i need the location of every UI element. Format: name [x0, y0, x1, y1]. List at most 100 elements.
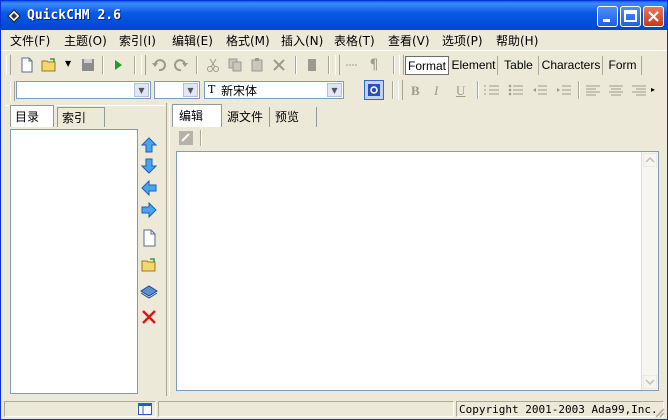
- underline-icon[interactable]: U: [456, 83, 465, 99]
- toolbar-grip[interactable]: [6, 55, 11, 75]
- status-cell-middle: [158, 401, 454, 417]
- refresh-button[interactable]: [364, 80, 384, 100]
- move-left-button[interactable]: [138, 178, 160, 198]
- copy-icon: [228, 58, 242, 72]
- menu-topic[interactable]: 主题(O): [64, 32, 107, 49]
- toolbar-grip[interactable]: [141, 55, 146, 75]
- editor-tool-icon[interactable]: [178, 130, 194, 146]
- undo-icon: [152, 59, 166, 72]
- align-right-icon[interactable]: [631, 83, 647, 97]
- copyright-text: Copyright 2001-2003 Ada99,Inc.: [456, 401, 664, 417]
- tab-edit[interactable]: 编辑: [172, 104, 222, 127]
- close-button[interactable]: [643, 6, 664, 27]
- font-combo[interactable]: T 新宋体 ▼: [204, 81, 344, 99]
- tab-index[interactable]: 索引: [57, 107, 105, 127]
- book-icon: [140, 285, 158, 299]
- scroll-down-icon[interactable]: [643, 375, 657, 389]
- outdent-icon[interactable]: [532, 83, 548, 97]
- menu-insert[interactable]: 插入(N): [281, 32, 323, 49]
- maximize-icon: [624, 10, 637, 22]
- pilcrow-icon: ¶: [369, 57, 379, 73]
- tab-table[interactable]: Table: [499, 56, 539, 75]
- tab-preview[interactable]: 预览: [271, 107, 317, 127]
- status-cell-left: [4, 401, 156, 417]
- align-center-icon[interactable]: [608, 83, 624, 97]
- move-down-button[interactable]: [138, 156, 160, 176]
- open-folder-icon: [41, 58, 56, 72]
- title-bar[interactable]: QuickCHM 2.6: [1, 1, 667, 31]
- open-button[interactable]: [39, 55, 59, 75]
- open-topic-button[interactable]: [138, 255, 160, 275]
- compile-button[interactable]: [108, 55, 128, 75]
- tab-element[interactable]: Element: [450, 56, 498, 75]
- paste-button[interactable]: [247, 55, 267, 75]
- copy-button[interactable]: [225, 55, 245, 75]
- toolbar-overflow-icon[interactable]: ▸: [651, 85, 655, 94]
- toolbar-grip[interactable]: [335, 55, 340, 75]
- menu-file[interactable]: 文件(F): [10, 32, 50, 49]
- tab-form[interactable]: Form: [604, 56, 642, 75]
- new-topic-button[interactable]: [138, 228, 160, 248]
- maximize-button[interactable]: [620, 6, 641, 27]
- menu-edit[interactable]: 编辑(E): [172, 32, 213, 49]
- document-icon: [308, 59, 316, 71]
- menu-view[interactable]: 查看(V): [388, 32, 430, 49]
- arrow-down-icon: [141, 158, 157, 174]
- toolbar-grip[interactable]: [399, 55, 404, 75]
- truetype-font-icon: T: [208, 83, 216, 96]
- menu-options[interactable]: 选项(P): [442, 32, 483, 49]
- move-up-button[interactable]: [138, 135, 160, 155]
- tab-format[interactable]: Format: [405, 56, 449, 75]
- undo-button[interactable]: [149, 55, 169, 75]
- editor-vertical-scrollbar[interactable]: [641, 152, 658, 390]
- toolbar-separator: [102, 56, 104, 74]
- chevron-down-icon[interactable]: ▼: [327, 83, 342, 97]
- toolbar-separator: [295, 56, 297, 74]
- move-right-button[interactable]: [138, 200, 160, 220]
- close-icon: [648, 11, 659, 22]
- resize-grip-icon[interactable]: [653, 406, 665, 418]
- bullet-list-icon[interactable]: [508, 83, 524, 97]
- align-left-icon[interactable]: [585, 83, 601, 97]
- contents-tree[interactable]: [10, 129, 138, 394]
- menu-format[interactable]: 格式(M): [226, 32, 270, 49]
- layout-icon[interactable]: [138, 403, 152, 415]
- bold-icon[interactable]: B: [411, 83, 420, 99]
- properties-button[interactable]: [302, 55, 322, 75]
- panel-splitter[interactable]: [166, 103, 170, 396]
- menu-index[interactable]: 索引(I): [119, 32, 156, 49]
- tab-contents[interactable]: 目录: [10, 105, 54, 127]
- new-button[interactable]: [17, 55, 37, 75]
- chevron-down-icon[interactable]: ▼: [183, 83, 198, 97]
- toolbar-separator: [477, 81, 479, 99]
- horizontal-rule-button[interactable]: [342, 55, 362, 75]
- app-icon: [7, 9, 21, 23]
- show-paragraph-button[interactable]: ¶: [364, 55, 384, 75]
- delete-button[interactable]: [269, 55, 289, 75]
- book-button[interactable]: [138, 281, 160, 301]
- indent-icon[interactable]: [556, 83, 572, 97]
- size-combo[interactable]: ▼: [154, 81, 200, 99]
- menu-help[interactable]: 帮助(H): [496, 32, 538, 49]
- minimize-button[interactable]: [597, 6, 618, 27]
- tab-source[interactable]: 源文件: [223, 107, 270, 127]
- open-dropdown-icon[interactable]: ▼: [65, 59, 71, 68]
- italic-icon[interactable]: I: [434, 83, 438, 99]
- editor-area[interactable]: [176, 151, 659, 391]
- toolbar-separator: [393, 56, 395, 74]
- remove-button[interactable]: [138, 307, 160, 327]
- tab-characters[interactable]: Characters: [540, 56, 603, 75]
- redo-button[interactable]: [171, 55, 191, 75]
- style-combo[interactable]: ▼: [16, 81, 151, 99]
- toolbar-grip[interactable]: [398, 80, 403, 100]
- save-button[interactable]: [78, 55, 98, 75]
- scroll-up-icon[interactable]: [643, 153, 657, 167]
- toolbar-grip[interactable]: [10, 81, 15, 101]
- arrow-right-icon: [141, 202, 157, 218]
- numbered-list-icon[interactable]: [484, 83, 500, 97]
- redo-icon: [174, 59, 188, 72]
- toolbar-separator: [392, 81, 394, 99]
- chevron-down-icon[interactable]: ▼: [134, 83, 149, 97]
- menu-table[interactable]: 表格(T): [334, 32, 375, 49]
- cut-button[interactable]: [203, 55, 223, 75]
